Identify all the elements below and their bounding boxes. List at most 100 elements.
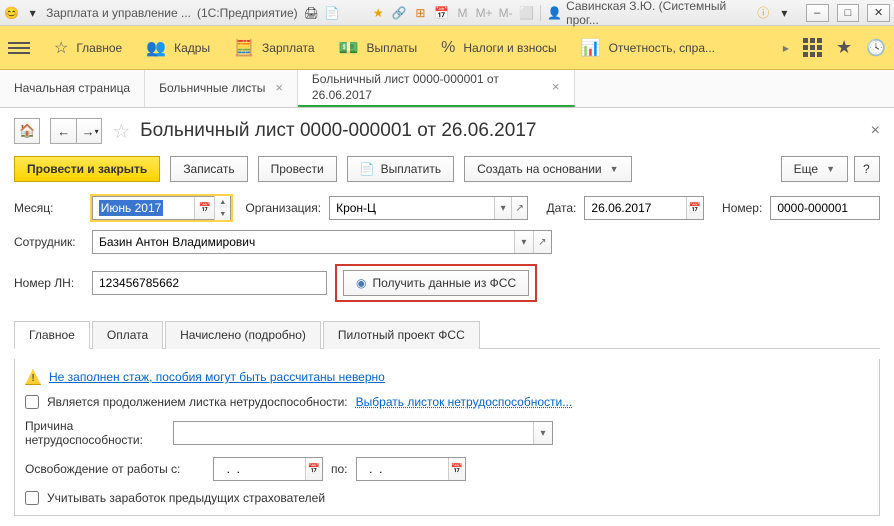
date-input[interactable] [585, 197, 686, 219]
tab-close-icon[interactable]: × [275, 80, 283, 97]
nav-reports[interactable]: 📊Отчетность, спра... [581, 38, 715, 58]
release-to-input[interactable] [357, 458, 448, 480]
people-icon: 👥 [146, 38, 166, 58]
calendar-picker-icon[interactable]: 📅 [305, 458, 322, 480]
m-icon[interactable]: M [455, 5, 470, 21]
minimize-button[interactable]: – [806, 4, 829, 22]
org-input[interactable] [330, 197, 494, 219]
tab-close-icon[interactable]: × [552, 79, 560, 96]
org-field[interactable]: ▾ ↗ [329, 196, 528, 220]
nav-hr[interactable]: 👥Кадры [146, 38, 210, 58]
pay-button[interactable]: 📄Выплатить [347, 156, 454, 182]
calendar-icon[interactable]: 📅 [434, 5, 449, 21]
tab-label: Оплата [107, 328, 148, 342]
continuation-link[interactable]: Выбрать листок нетрудоспособности... [356, 395, 573, 409]
inner-tab-detailed[interactable]: Начислено (подробно) [165, 321, 321, 349]
apps-grid-icon[interactable] [803, 38, 822, 57]
ln-field[interactable] [92, 271, 327, 295]
nav-taxes-label: Налоги и взносы [463, 41, 556, 55]
tab-label: Пилотный проект ФСС [338, 328, 465, 342]
report-icon: 📊 [581, 38, 601, 58]
release-to-label: по: [331, 462, 348, 476]
release-to-field[interactable]: 📅 [356, 457, 466, 481]
chevron-right-icon[interactable]: ▸ [783, 41, 789, 55]
continuation-checkbox[interactable] [25, 395, 39, 409]
dropdown-icon[interactable]: ▾ [25, 5, 40, 21]
write-button[interactable]: Записать [170, 156, 247, 182]
close-window-button[interactable]: ✕ [867, 4, 890, 22]
print-icon[interactable]: 🖨 [304, 5, 319, 21]
forward-button[interactable]: → ▾ [76, 118, 102, 144]
box-icon[interactable]: ⬜ [519, 5, 534, 21]
month-field[interactable]: Июнь 2017 📅 ▲▼ [92, 196, 232, 220]
nav-salary[interactable]: 🧮Зарплата [234, 38, 314, 58]
page-tab-start[interactable]: Начальная страница [0, 70, 145, 107]
star-icon[interactable]: ★ [371, 5, 386, 21]
link-icon[interactable]: 🔗 [392, 5, 407, 21]
nav-main[interactable]: ☆Главное [54, 38, 122, 58]
doc-icon[interactable]: 📄 [325, 5, 340, 21]
m-plus-icon[interactable]: M+ [476, 5, 492, 21]
number-field[interactable] [770, 196, 880, 220]
more-button[interactable]: Еще▼ [781, 156, 848, 182]
dropdown-icon[interactable]: ▾ [494, 197, 511, 219]
month-label: Месяц: [14, 201, 84, 215]
star-outline-icon: ☆ [54, 38, 68, 58]
run-close-button[interactable]: Провести и закрыть [14, 156, 160, 182]
calendar-picker-icon[interactable]: 📅 [686, 197, 703, 219]
back-button[interactable]: ← [50, 118, 76, 144]
number-input[interactable] [771, 197, 879, 219]
employee-field[interactable]: ▾ ↗ [92, 230, 552, 254]
tab-label: Главное [29, 328, 75, 342]
table-icon[interactable]: ⊞ [413, 5, 428, 21]
info-dd-icon[interactable]: ▾ [777, 5, 792, 21]
nav-payments[interactable]: 💵Выплаты [339, 38, 418, 58]
fav-star-icon[interactable]: ★ [836, 37, 852, 58]
calendar-picker-icon[interactable]: 📅 [194, 197, 214, 219]
favorite-star-icon[interactable]: ☆ [112, 119, 130, 144]
employee-input[interactable] [93, 231, 514, 253]
ln-input[interactable] [93, 272, 326, 294]
btn-label: Создать на основании [477, 162, 602, 176]
reason-input[interactable] [174, 422, 533, 444]
money-icon: 💵 [339, 38, 359, 58]
fss-highlight-box: ◉ Получить данные из ФСС [335, 264, 537, 302]
close-doc-button[interactable]: × [871, 122, 880, 140]
help-button[interactable]: ? [854, 156, 880, 182]
run-button[interactable]: Провести [258, 156, 337, 182]
page-tab-list[interactable]: Больничные листы× [145, 70, 298, 107]
release-from-field[interactable]: 📅 [213, 457, 323, 481]
dropdown-icon[interactable]: ▾ [533, 422, 552, 444]
m-minus-icon[interactable]: M- [498, 5, 513, 21]
page-tab-doc[interactable]: Больничный лист 0000-000001 от 26.06.201… [298, 70, 575, 107]
history-icon[interactable]: 🕓 [866, 38, 886, 58]
create-based-button[interactable]: Создать на основании▼ [464, 156, 631, 182]
page-tab-label: Больничный лист 0000-000001 от 26.06.201… [312, 72, 542, 103]
nav-taxes[interactable]: %Налоги и взносы [441, 39, 557, 57]
warning-link[interactable]: Не заполнен стаж, пособия могут быть рас… [49, 370, 385, 384]
calendar-picker-icon[interactable]: 📅 [448, 458, 465, 480]
open-icon[interactable]: ↗ [511, 197, 528, 219]
maximize-button[interactable]: □ [837, 4, 860, 22]
reason-field[interactable]: ▾ [173, 421, 553, 445]
main-nav-toolbar: ☆Главное 👥Кадры 🧮Зарплата 💵Выплаты %Нало… [0, 26, 894, 70]
fss-button[interactable]: ◉ Получить данные из ФСС [343, 270, 529, 296]
date-field[interactable]: 📅 [584, 196, 704, 220]
user-area[interactable]: 👤 Савинская З.Ю. (Системный прог... [547, 0, 750, 27]
app-suffix: (1С:Предприятие) [197, 6, 298, 20]
inner-tab-main[interactable]: Главное [14, 321, 90, 349]
inner-tab-payment[interactable]: Оплата [92, 321, 163, 349]
dropdown-icon[interactable]: ▾ [514, 231, 532, 253]
home-button[interactable]: 🏠 [14, 118, 40, 144]
open-icon[interactable]: ↗ [533, 231, 551, 253]
inner-tab-pilot[interactable]: Пилотный проект ФСС [323, 321, 480, 349]
page-tabs: Начальная страница Больничные листы× Бол… [0, 70, 894, 108]
separator [540, 5, 541, 21]
month-spinner[interactable]: ▲▼ [214, 196, 230, 220]
hamburger-icon[interactable] [8, 39, 30, 57]
info-icon[interactable]: ⓘ [756, 5, 771, 21]
document-area: 🏠 ← → ▾ ☆ Больничный лист 0000-000001 от… [0, 108, 894, 526]
release-from-input[interactable] [214, 458, 305, 480]
prev-insurers-checkbox[interactable] [25, 491, 39, 505]
number-label: Номер: [722, 201, 762, 215]
